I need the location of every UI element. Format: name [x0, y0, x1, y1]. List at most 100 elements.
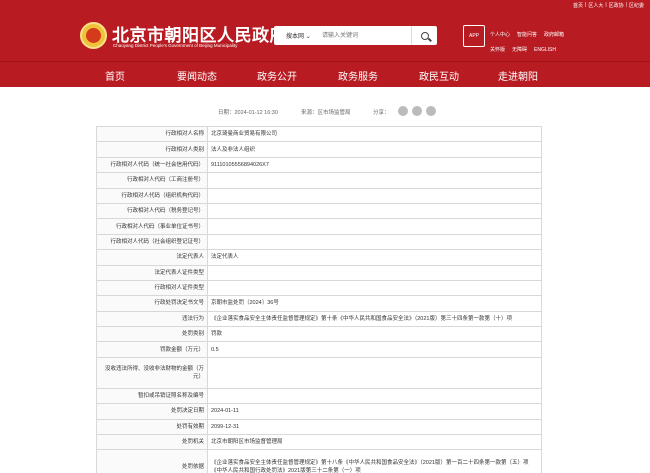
quick-link[interactable]: 政府邮箱: [544, 28, 564, 43]
table-row: 暂扣或吊销证照名称及编号: [96, 387, 542, 405]
top-link[interactable]: 区政协: [609, 2, 624, 9]
search-scope-label: 搜本网: [286, 34, 305, 40]
search-input[interactable]: [322, 28, 402, 43]
top-link-divider: |: [605, 2, 607, 8]
share-label: 分享：: [373, 110, 390, 116]
top-link-divider: |: [625, 2, 627, 8]
main-nav: 首页 要闻动态 政务公开 政务服务 政民互动 走进朝阳: [0, 61, 650, 87]
top-link[interactable]: 首页: [573, 2, 583, 9]
app-badge-label: APP: [468, 33, 479, 39]
row-value: 2099-12-31: [207, 418, 542, 436]
publish-date: 日期：2024-01-12 16:30: [218, 110, 278, 116]
row-label: 行政相对人代码（组织机构代码）: [96, 187, 208, 204]
row-value: 北京市朝阳区市场监督管理局: [207, 434, 542, 451]
quick-link[interactable]: 智能问答: [517, 28, 537, 43]
chevron-down-icon: ⌄: [305, 34, 311, 40]
row-label: 行政相对人代码（社会组织登记证号）: [96, 233, 208, 251]
emblem-center: [86, 28, 101, 43]
quick-link[interactable]: 无障碍: [512, 43, 527, 58]
table-row: 处罚决定日期 2024-01-11: [96, 403, 542, 420]
article-source: 来源：区市场监管局: [301, 110, 351, 116]
row-value: [207, 356, 542, 389]
row-label: 法定代表人证件类型: [96, 264, 208, 281]
share-qq-icon[interactable]: [426, 106, 436, 116]
table-row: 行政处罚决定书文号 京朝市监处罚〔2024〕36号: [96, 295, 542, 312]
row-label: 暂扣或吊销证照名称及编号: [96, 387, 208, 405]
row-label: 处罚决定日期: [96, 403, 208, 420]
quick-link[interactable]: 关怀版: [490, 43, 505, 58]
nav-item[interactable]: 要闻动态: [177, 68, 217, 83]
quick-link[interactable]: 个人中心: [490, 28, 510, 43]
row-value: 91110105556894026X7: [207, 156, 542, 174]
share-weibo-icon[interactable]: [412, 106, 422, 116]
search-button[interactable]: [411, 26, 437, 45]
penalty-info-table: 行政相对人名称 北京琦曼商业贸易有限公司 行政相对人类别 法人及非法人组织 行政相对人代…: [96, 125, 542, 473]
row-label: 没收违法所得、没收非法财物的金额（万元）: [96, 356, 208, 389]
top-link-divider: |: [585, 2, 587, 8]
table-row: 行政相对人类别 法人及非法人组织: [96, 141, 542, 158]
nav-item[interactable]: 政民互动: [419, 68, 459, 83]
table-row: 行政相对人代码（社会组织登记证号）: [96, 233, 542, 251]
row-value: [207, 264, 542, 281]
row-label: 处罚依据: [96, 449, 208, 473]
table-row: 处罚机关 北京市朝阳区市场监督管理局: [96, 434, 542, 451]
search-box: 搜本网 ⌄: [274, 26, 437, 45]
row-label: 行政相对人代码（税务登记号）: [96, 202, 208, 220]
table-row: 行政相对人代码（税务登记号）: [96, 202, 542, 220]
search-icon: [420, 31, 429, 40]
table-row: 罚款金额（万元） 0.5: [96, 341, 542, 358]
row-value: [207, 172, 542, 189]
row-label: 行政相对人证件类型: [96, 279, 208, 297]
row-label: 处罚类别: [96, 326, 208, 343]
top-link[interactable]: 区人大: [588, 2, 603, 9]
site-subtitle: Chaoyang District People's Government of…: [113, 43, 238, 48]
search-scope-select[interactable]: 搜本网 ⌄: [274, 31, 322, 40]
row-label: 行政处罚决定书文号: [96, 295, 208, 312]
row-label: 处罚有效期: [96, 418, 208, 436]
table-row: 行政相对人代码（统一社会信用代码） 91110105556894026X7: [96, 156, 542, 174]
table-row: 法定代表人 法定代表人: [96, 249, 542, 266]
site-header: 首页 | 区人大 | 区政协 | 区纪委 北京市朝阳区人民政府 Chaoyang Distr…: [0, 0, 650, 61]
row-value: 北京琦曼商业贸易有限公司: [207, 125, 542, 143]
top-link[interactable]: 区纪委: [629, 2, 644, 9]
table-row: 违法行为 《企业落实食品安全主体责任监督管理规定》第十条《中华人民共和国食品安全法…: [96, 310, 542, 328]
row-label: 行政相对人名称: [96, 125, 208, 143]
table-row: 行政相对人证件类型: [96, 279, 542, 297]
table-row: 没收违法所得、没收非法财物的金额（万元）: [96, 356, 542, 389]
row-value: 罚款: [207, 326, 542, 343]
row-value: [207, 279, 542, 297]
row-value: 0.5: [207, 341, 542, 358]
row-label: 违法行为: [96, 310, 208, 328]
nav-item[interactable]: 政务服务: [338, 68, 378, 83]
nav-item[interactable]: 政务公开: [257, 68, 297, 83]
table-row: 法定代表人证件类型: [96, 264, 542, 281]
row-value: 2024-01-11: [207, 403, 542, 420]
row-label: 处罚机关: [96, 434, 208, 451]
table-row: 行政相对人代码（工商注册号）: [96, 172, 542, 189]
share-wechat-icon[interactable]: [398, 106, 408, 116]
row-value: 《企业落实食品安全主体责任监督管理规定》第十条《中华人民共和国食品安全法》（20…: [207, 310, 542, 328]
national-emblem-icon[interactable]: [80, 22, 107, 49]
row-value: 法人及非法人组织: [207, 141, 542, 158]
row-label: 行政相对人代码（工商注册号）: [96, 172, 208, 189]
table-row: 行政相对人名称 北京琦曼商业贸易有限公司: [96, 125, 542, 143]
row-value: [207, 218, 542, 235]
row-label: 行政相对人类别: [96, 141, 208, 158]
table-row: 处罚有效期 2099-12-31: [96, 418, 542, 436]
nav-item[interactable]: 走进朝阳: [498, 68, 538, 83]
row-value: [207, 187, 542, 204]
row-value: 法定代表人: [207, 249, 542, 266]
row-label: 行政相对人代码（事业单位证书号）: [96, 218, 208, 235]
row-value: [207, 387, 542, 405]
row-value: [207, 233, 542, 251]
nav-item[interactable]: 首页: [105, 68, 125, 83]
app-qr-icon[interactable]: APP: [463, 25, 485, 47]
row-label: 罚款金额（万元）: [96, 341, 208, 358]
row-label: 法定代表人: [96, 249, 208, 266]
top-links: 首页 | 区人大 | 区政协 | 区纪委: [573, 2, 644, 9]
row-label: 行政相对人代码（统一社会信用代码）: [96, 156, 208, 174]
table-row: 行政相对人代码（组织机构代码）: [96, 187, 542, 204]
quick-link[interactable]: ENGLISH: [534, 43, 556, 58]
table-row: 处罚依据 《企业落实食品安全主体责任监督管理规定》第十八条《中华人民共和国食品安全…: [96, 449, 542, 473]
row-value: 《企业落实食品安全主体责任监督管理规定》第十八条《中华人民共和国食品安全法》（2…: [207, 449, 542, 473]
